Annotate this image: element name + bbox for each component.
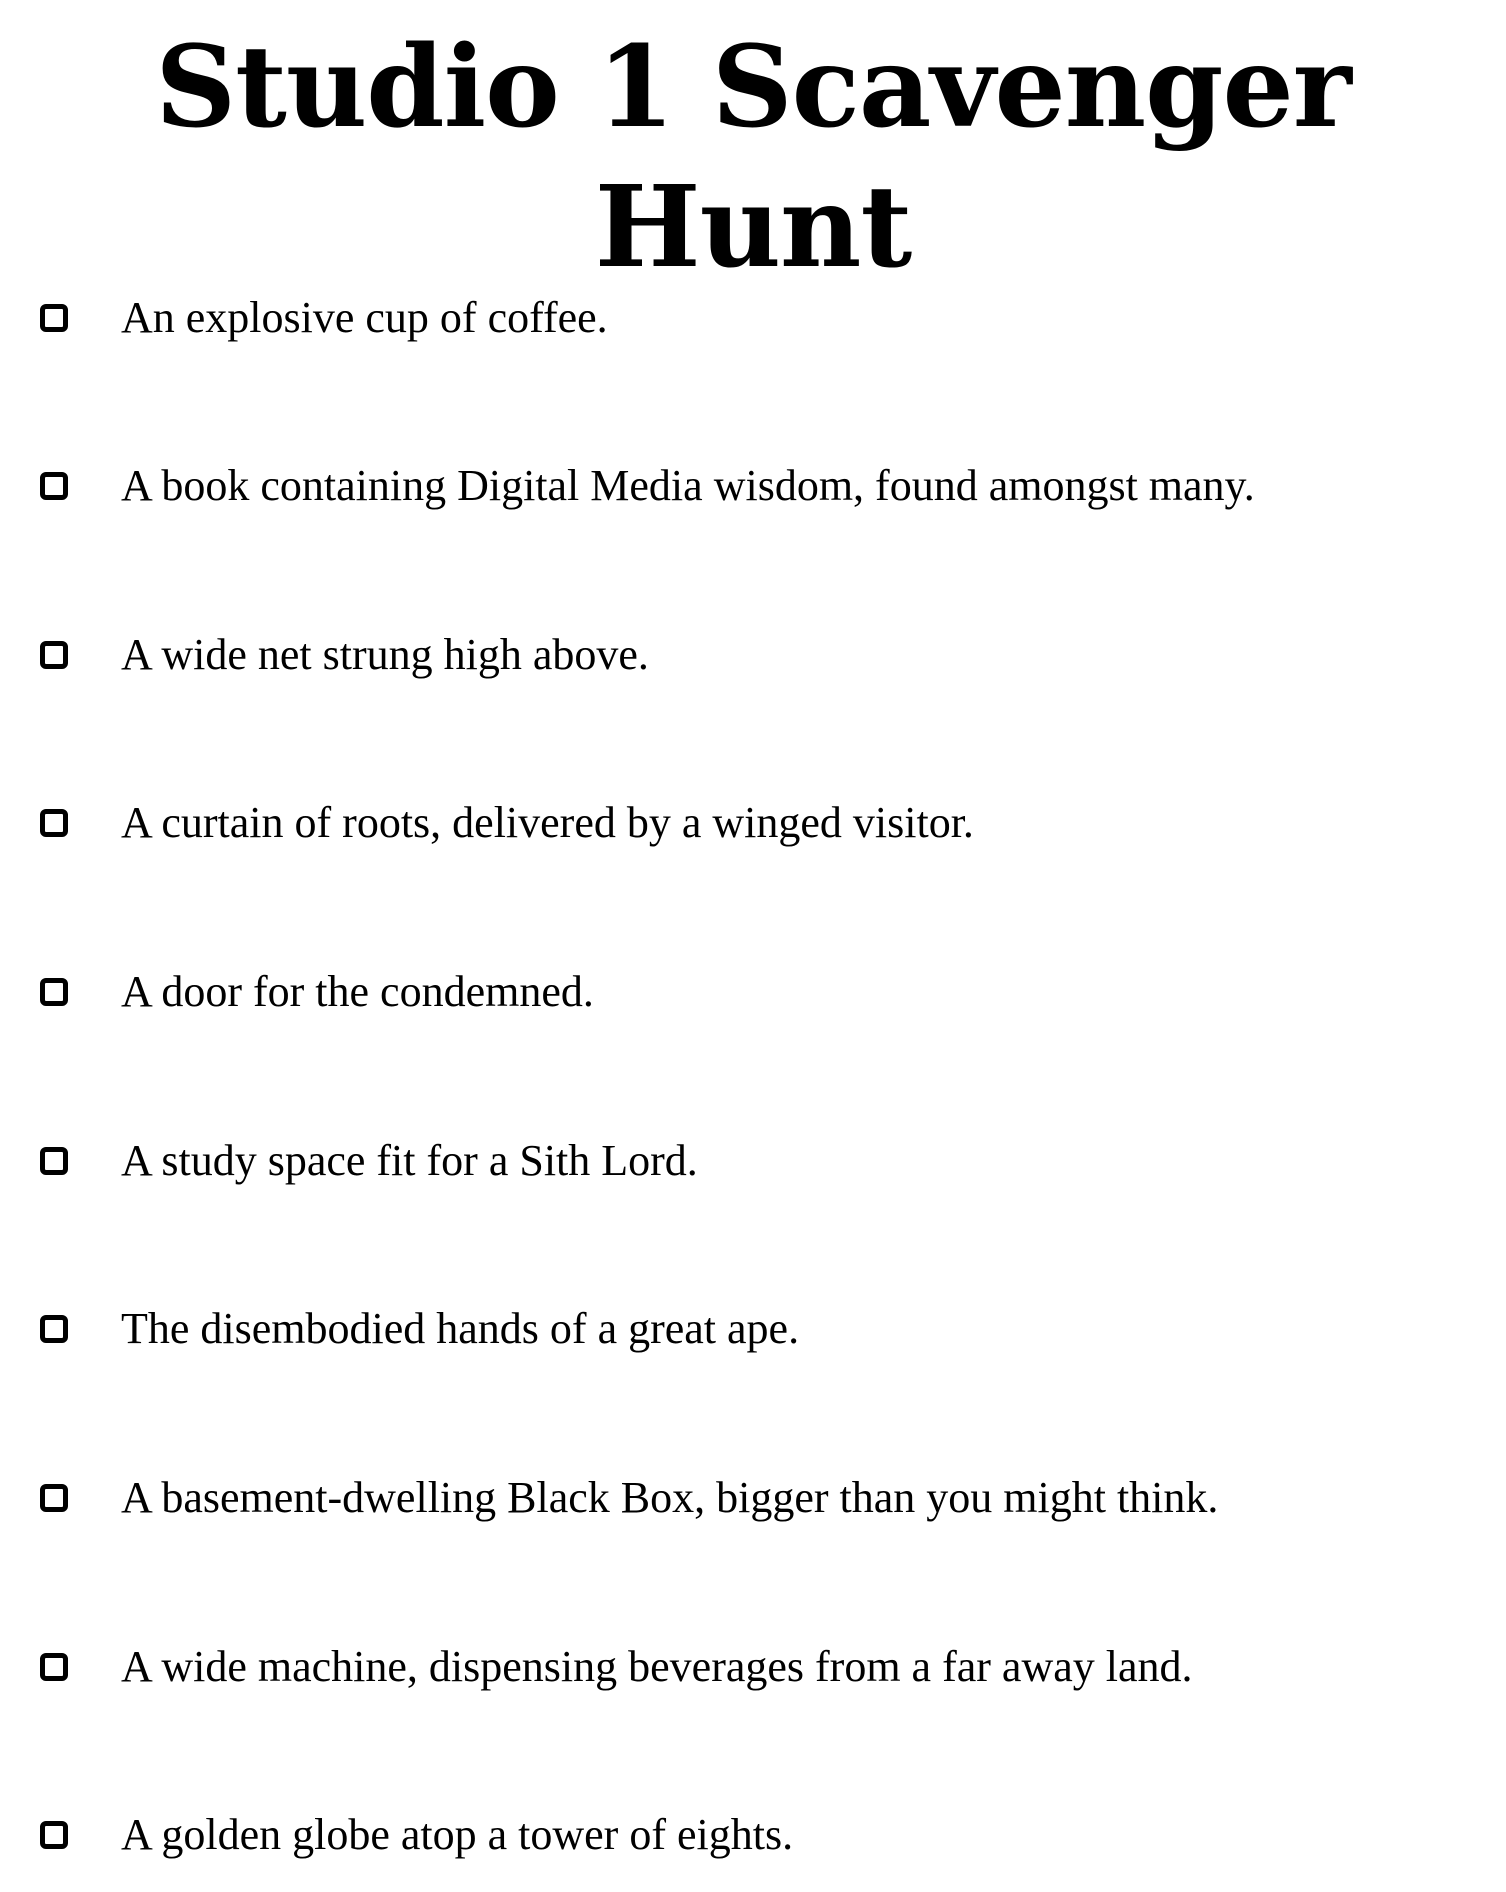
checklist-item-label: A book containing Digital Media wisdom, … [121,461,1255,510]
checklist-item: A study space fit for a Sith Lord. [0,1121,1506,1201]
checklist-item: A wide net strung high above. [0,615,1506,695]
checklist-item: The disembodied hands of a great ape. [0,1289,1506,1369]
checklist-item: A golden globe atop a tower of eights. [0,1795,1506,1875]
checklist-item-label: A curtain of roots, delivered by a winge… [121,798,974,847]
checklist-item-label: The disembodied hands of a great ape. [121,1304,800,1353]
checklist-item-label: An explosive cup of coffee. [121,293,608,342]
checklist-item-label: A wide machine, dispensing beverages fro… [121,1642,1193,1691]
checkbox[interactable] [40,1653,68,1681]
checklist-item-label: A door for the condemned. [121,967,594,1016]
checkbox[interactable] [40,1821,68,1849]
checklist-item: An explosive cup of coffee. [0,278,1506,358]
checklist-item-label: A study space fit for a Sith Lord. [121,1136,698,1185]
checkbox[interactable] [40,809,68,837]
checklist-item: A curtain of roots, delivered by a winge… [0,783,1506,863]
checkbox[interactable] [40,472,68,500]
checklist-item: A wide machine, dispensing beverages fro… [0,1627,1506,1707]
checkbox[interactable] [40,304,68,332]
scavenger-hunt-page: Studio 1 Scavenger Hunt An explosive cup… [0,0,1506,1892]
page-title: Studio 1 Scavenger Hunt [155,22,1352,293]
checklist-item-label: A wide net strung high above. [121,630,649,679]
checkbox[interactable] [40,978,68,1006]
checkbox[interactable] [40,1147,68,1175]
checkbox[interactable] [40,1484,68,1512]
checklist-item-label: A basement-dwelling Black Box, bigger th… [121,1473,1219,1522]
checklist-item: A door for the condemned. [0,952,1506,1032]
checkbox[interactable] [40,641,68,669]
checklist-item: A basement-dwelling Black Box, bigger th… [0,1458,1506,1538]
checkbox[interactable] [40,1315,68,1343]
checklist-item: A book containing Digital Media wisdom, … [0,446,1506,526]
checklist-item-label: A golden globe atop a tower of eights. [121,1810,794,1859]
